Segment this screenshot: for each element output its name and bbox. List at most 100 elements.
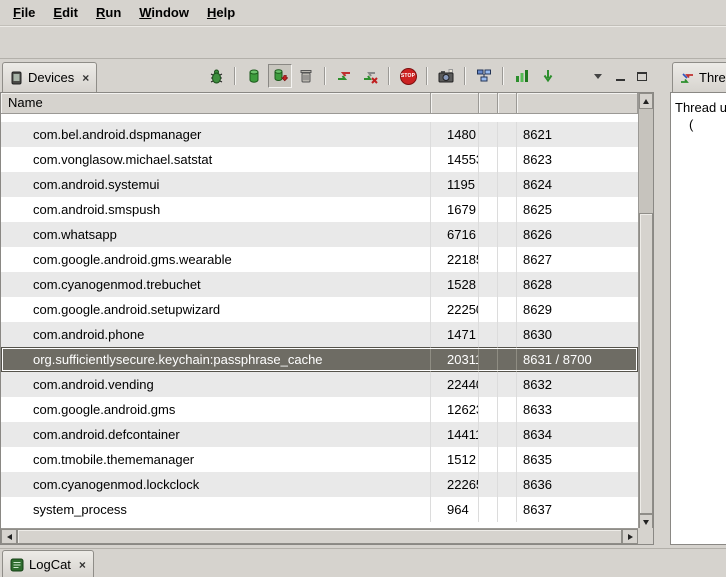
cause-gc-icon [298,68,314,84]
arrow-up-icon [643,99,649,104]
method-profiling-icon [540,68,556,84]
table-row[interactable]: com.android.phone 1471 8630 [1,322,638,347]
vertical-scrollbar[interactable] [638,93,653,530]
view-hierarchy-button[interactable] [472,64,496,88]
column-header-pid[interactable] [431,93,479,114]
process-col3 [479,397,498,422]
stop-process-icon: STOP [400,68,417,85]
stop-method-profiling-button[interactable] [358,64,382,88]
horizontal-scrollbar[interactable] [1,528,638,544]
tab-devices[interactable]: Devices × [2,62,97,92]
toolbar-separator [502,67,504,85]
process-port: 8626 [517,222,638,247]
debug-button[interactable] [204,64,228,88]
process-col3 [479,122,498,147]
process-pid: 22265 [431,472,479,497]
tab-threads[interactable]: Threads [672,62,726,92]
dump-hprof-icon [272,68,288,84]
table-row[interactable]: com.android.vending 22440 8632 [1,372,638,397]
view-menu-icon [594,74,602,79]
process-pid: 20311 [431,347,479,372]
table-row[interactable]: system_process 964 8637 [1,497,638,522]
devices-toolbar: STOP [204,64,652,88]
process-col3 [479,372,498,397]
process-pid: 1471 [431,322,479,347]
process-port: 8627 [517,247,638,272]
column-header-port[interactable] [517,93,638,114]
process-col3 [479,347,498,372]
table-row[interactable]: com.bel.android.dspmanager 1480 8621 [1,122,638,147]
update-threads-button[interactable] [332,64,356,88]
devices-view: Devices × [0,60,654,547]
process-col4 [498,147,517,172]
process-col3 [479,247,498,272]
table-row[interactable]: com.android.defcontainer 14411 8634 [1,422,638,447]
update-heap-icon [246,68,262,84]
scroll-left-button[interactable] [1,529,17,544]
systrace-button[interactable] [510,64,534,88]
column-header-name[interactable]: Name [1,93,431,114]
process-port: 8633 [517,397,638,422]
process-pid: 12623 [431,397,479,422]
process-port: 8634 [517,422,638,447]
table-row[interactable]: com.android.smspush 1679 8625 [1,197,638,222]
table-row[interactable]: com.google.android.setupwizard 22250 862… [1,297,638,322]
menu-bar: File Edit Run Window Help [0,0,726,26]
menu-help[interactable]: Help [198,2,244,23]
process-col4 [498,497,517,522]
close-icon[interactable]: × [82,71,89,85]
process-col3 [479,222,498,247]
process-col3 [479,447,498,472]
vertical-scrollbar-thumb[interactable] [639,213,653,514]
logcat-icon [10,558,24,572]
scrollbar-corner [638,528,653,544]
table-row-partial [1,114,638,122]
table-row[interactable]: com.cyanogenmod.lockclock 22265 8636 [1,472,638,497]
menu-edit[interactable]: Edit [44,2,87,23]
menu-window[interactable]: Window [130,2,198,23]
process-col4 [498,122,517,147]
cause-gc-button[interactable] [294,64,318,88]
process-col3 [479,422,498,447]
close-icon[interactable]: × [79,558,86,572]
process-pid: 22185 [431,247,479,272]
table-row[interactable]: com.android.systemui 1195 8624 [1,172,638,197]
table-header: Name [1,93,638,114]
tab-logcat[interactable]: LogCat × [2,550,94,577]
logcat-bar: LogCat × [0,548,726,577]
process-pid: 6716 [431,222,479,247]
process-col3 [479,272,498,297]
process-pid: 1195 [431,172,479,197]
process-port: 8635 [517,447,638,472]
table-row[interactable]: com.cyanogenmod.trebuchet 1528 8628 [1,272,638,297]
minimize-button[interactable] [610,67,630,85]
menu-run[interactable]: Run [87,2,130,23]
horizontal-scrollbar-thumb[interactable] [17,529,622,544]
view-menu-button[interactable] [588,67,608,85]
column-header-4[interactable] [498,93,517,114]
panel-sash[interactable] [654,60,670,547]
process-col4 [498,472,517,497]
process-port: 8623 [517,147,638,172]
devices-view-header: Devices × [0,60,654,92]
arrow-down-icon [643,520,649,525]
method-profiling-button[interactable] [536,64,560,88]
process-port: 8630 [517,322,638,347]
update-heap-button[interactable] [242,64,266,88]
maximize-button[interactable] [632,67,652,85]
stop-method-profiling-icon [362,68,378,84]
table-row[interactable]: com.google.android.gms.wearable 22185 86… [1,247,638,272]
column-header-3[interactable] [479,93,498,114]
stop-process-button[interactable]: STOP [396,64,420,88]
table-row[interactable]: com.tmobile.thememanager 1512 8635 [1,447,638,472]
dump-hprof-button[interactable] [268,64,292,88]
tab-threads-label: Threads [699,70,726,85]
screen-capture-button[interactable] [434,64,458,88]
menu-file[interactable]: File [4,2,44,23]
table-row[interactable]: org.sufficientlysecure.keychain:passphra… [1,347,638,372]
scroll-right-button[interactable] [622,529,638,544]
scroll-up-button[interactable] [639,93,653,109]
table-row[interactable]: com.google.android.gms 12623 8633 [1,397,638,422]
table-row[interactable]: com.vonglasow.michael.satstat 14553 8623 [1,147,638,172]
table-row[interactable]: com.whatsapp 6716 8626 [1,222,638,247]
